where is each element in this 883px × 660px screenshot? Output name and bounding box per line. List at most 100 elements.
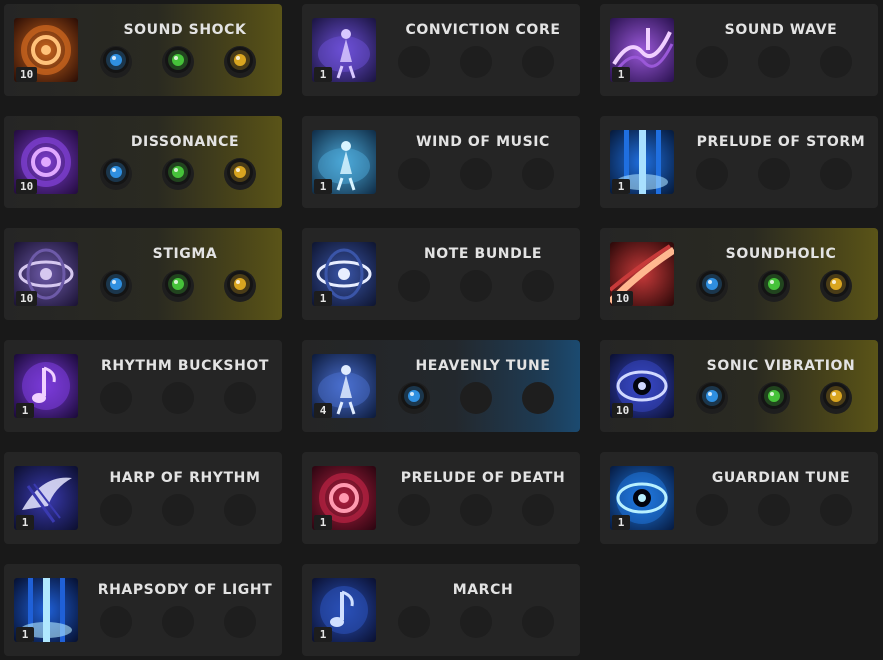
rune-slots xyxy=(100,46,256,78)
skill-card[interactable]: 1 PRELUDE OF STORM xyxy=(600,116,878,208)
skill-card[interactable]: 10 STIGMA xyxy=(4,228,282,320)
rune-slot-empty[interactable] xyxy=(522,606,554,638)
green-spiral-rune-icon xyxy=(164,46,192,78)
rune-slot-empty[interactable] xyxy=(398,494,430,526)
skill-card[interactable]: 1 CONVICTION CORE xyxy=(302,4,580,96)
skill-card[interactable]: 1 RHYTHM BUCKSHOT xyxy=(4,340,282,432)
skill-level: 10 xyxy=(16,179,38,194)
rune-slot-empty[interactable] xyxy=(162,606,194,638)
rune-slot-filled[interactable] xyxy=(100,270,132,302)
rune-slot-empty[interactable] xyxy=(398,270,430,302)
skill-level: 10 xyxy=(16,291,38,306)
rune-slot-filled[interactable] xyxy=(398,382,430,414)
skill-card[interactable]: 10 DISSONANCE xyxy=(4,116,282,208)
skill-card[interactable]: 1 NOTE BUNDLE xyxy=(302,228,580,320)
rune-slot-empty[interactable] xyxy=(522,270,554,302)
rune-slot-filled[interactable] xyxy=(224,158,256,190)
rune-slot-filled[interactable] xyxy=(162,158,194,190)
rune-slot-empty[interactable] xyxy=(460,270,492,302)
rune-slot-filled[interactable] xyxy=(758,270,790,302)
rune-slot-empty[interactable] xyxy=(460,494,492,526)
rune-slot-empty[interactable] xyxy=(460,606,492,638)
green-down-arrow-rune-icon xyxy=(760,270,788,302)
rune-slot-filled[interactable] xyxy=(100,158,132,190)
rune-slot-empty[interactable] xyxy=(522,46,554,78)
skill-card[interactable]: 10 SOUND SHOCK xyxy=(4,4,282,96)
rune-slot-empty[interactable] xyxy=(398,46,430,78)
skill-card[interactable]: 1 GUARDIAN TUNE xyxy=(600,452,878,544)
skill-level: 10 xyxy=(612,291,634,306)
skill-name: SOUNDHOLIC xyxy=(725,246,837,262)
rune-slot-empty[interactable] xyxy=(100,382,132,414)
rune-slot-empty[interactable] xyxy=(758,158,790,190)
skill-name: SOUND SHOCK xyxy=(123,22,247,38)
rune-slot-empty[interactable] xyxy=(162,382,194,414)
rune-slot-filled[interactable] xyxy=(696,382,728,414)
skill-card[interactable]: 1 RHAPSODY OF LIGHT xyxy=(4,564,282,656)
skill-level: 1 xyxy=(314,291,332,306)
rune-slot-empty[interactable] xyxy=(100,494,132,526)
rune-slot-empty[interactable] xyxy=(758,46,790,78)
rune-slot-empty[interactable] xyxy=(398,158,430,190)
rune-slot-filled[interactable] xyxy=(100,46,132,78)
skill-level: 1 xyxy=(314,515,332,530)
blue-arrow-rune-icon xyxy=(102,270,130,302)
rune-slot-empty[interactable] xyxy=(224,382,256,414)
skill-level: 1 xyxy=(16,403,34,418)
skill-level: 10 xyxy=(16,67,38,82)
rune-slot-empty[interactable] xyxy=(820,158,852,190)
skill-name: PRELUDE OF STORM xyxy=(696,134,866,150)
rune-slot-empty[interactable] xyxy=(460,158,492,190)
rune-slot-empty[interactable] xyxy=(398,606,430,638)
skill-name: WIND OF MUSIC xyxy=(416,134,550,150)
rune-slot-empty[interactable] xyxy=(100,606,132,638)
rune-slot-filled[interactable] xyxy=(696,270,728,302)
skill-card[interactable]: 10 SOUNDHOLIC xyxy=(600,228,878,320)
rune-slots xyxy=(696,494,852,526)
blue-note-rune-icon xyxy=(102,158,130,190)
skill-name: SOUND WAVE xyxy=(724,22,838,38)
skill-card[interactable]: 4 HEAVENLY TUNE xyxy=(302,340,580,432)
skill-level: 4 xyxy=(314,403,332,418)
rune-slot-empty[interactable] xyxy=(758,494,790,526)
rune-slot-filled[interactable] xyxy=(224,270,256,302)
skill-level: 1 xyxy=(612,67,630,82)
rune-slot-empty[interactable] xyxy=(522,158,554,190)
skill-level: 1 xyxy=(314,179,332,194)
skill-card[interactable]: 1 WIND OF MUSIC xyxy=(302,116,580,208)
rune-slot-filled[interactable] xyxy=(820,382,852,414)
rune-slot-empty[interactable] xyxy=(460,46,492,78)
rune-slot-filled[interactable] xyxy=(162,270,194,302)
rune-slot-empty[interactable] xyxy=(522,382,554,414)
rune-slot-filled[interactable] xyxy=(758,382,790,414)
skill-card[interactable]: 1 HARP OF RHYTHM xyxy=(4,452,282,544)
green-skull-rune-icon xyxy=(164,158,192,190)
skill-name: STIGMA xyxy=(152,246,218,262)
skill-card[interactable]: 1 MARCH xyxy=(302,564,580,656)
blue-spread-rune-icon xyxy=(698,270,726,302)
rune-slot-empty[interactable] xyxy=(162,494,194,526)
skill-level: 1 xyxy=(16,627,34,642)
rune-slots xyxy=(696,382,852,414)
rune-slot-empty[interactable] xyxy=(224,494,256,526)
skill-level: 1 xyxy=(612,179,630,194)
rune-slot-filled[interactable] xyxy=(162,46,194,78)
skill-card[interactable]: 1 PRELUDE OF DEATH xyxy=(302,452,580,544)
rune-slot-empty[interactable] xyxy=(522,494,554,526)
rune-slot-empty[interactable] xyxy=(696,158,728,190)
skill-name: NOTE BUNDLE xyxy=(423,246,543,262)
rune-slot-filled[interactable] xyxy=(224,46,256,78)
rune-slot-empty[interactable] xyxy=(460,382,492,414)
rune-slot-empty[interactable] xyxy=(820,46,852,78)
rune-slot-filled[interactable] xyxy=(820,270,852,302)
skill-card[interactable]: 1 SOUND WAVE xyxy=(600,4,878,96)
rune-slot-empty[interactable] xyxy=(696,494,728,526)
rune-slot-empty[interactable] xyxy=(224,606,256,638)
rune-slot-empty[interactable] xyxy=(820,494,852,526)
skill-name: RHAPSODY OF LIGHT xyxy=(97,582,273,598)
green-star-rune-icon xyxy=(164,270,192,302)
skill-card[interactable]: 10 SONIC VIBRATION xyxy=(600,340,878,432)
rune-slot-empty[interactable] xyxy=(696,46,728,78)
skill-grid: 10 SOUND SHOCK 1 CONVICTION CORE 1 SOUND WAVE… xyxy=(4,4,878,656)
rune-slots xyxy=(696,46,852,78)
